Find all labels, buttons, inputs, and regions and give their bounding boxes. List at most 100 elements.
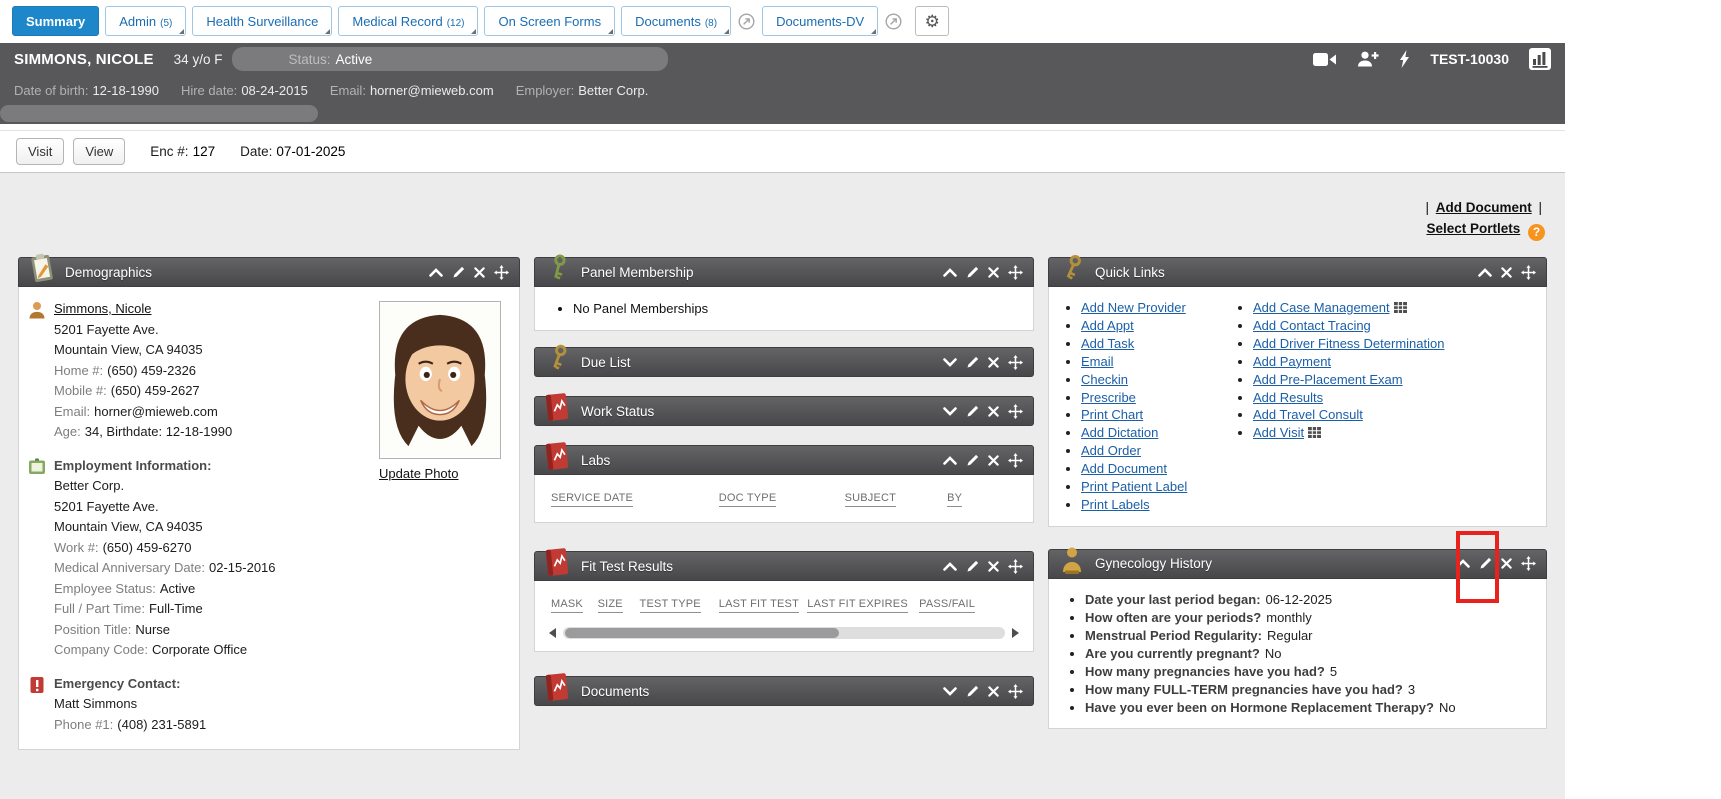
portlet-header[interactable]: Documents (534, 676, 1034, 706)
close-icon[interactable] (988, 357, 999, 368)
quick-link[interactable]: Print Chart (1081, 407, 1143, 422)
move-icon[interactable] (494, 265, 509, 280)
column-header[interactable]: BY (947, 492, 962, 507)
move-icon[interactable] (1008, 404, 1023, 419)
portlet-header[interactable]: Quick Links (1048, 257, 1547, 287)
edit-icon[interactable] (452, 266, 465, 279)
move-icon[interactable] (1521, 265, 1536, 280)
column-header[interactable]: SUBJECT (845, 492, 897, 507)
column-header[interactable]: LAST FIT EXPIRES (807, 598, 908, 613)
edit-icon[interactable] (966, 560, 979, 573)
quick-link[interactable]: Add Contact Tracing (1253, 318, 1371, 333)
tab-health-surveillance[interactable]: Health Surveillance (192, 6, 332, 36)
quick-link[interactable]: Add Pre-Placement Exam (1253, 372, 1403, 387)
close-icon[interactable] (988, 406, 999, 417)
column-header[interactable]: TEST TYPE (640, 598, 701, 613)
quick-link[interactable]: Add Task (1081, 336, 1134, 351)
edit-icon[interactable] (966, 454, 979, 467)
column-header[interactable]: DOC TYPE (719, 492, 777, 507)
collapse-icon[interactable] (1478, 268, 1492, 277)
column-header[interactable]: SERVICE DATE (551, 492, 633, 507)
move-icon[interactable] (1521, 556, 1536, 571)
column-header[interactable]: MASK (551, 598, 583, 613)
lightning-icon[interactable] (1399, 50, 1410, 68)
move-icon[interactable] (1008, 453, 1023, 468)
collapse-icon[interactable] (943, 456, 957, 465)
demographics-line: Phone #1:(408) 231-5891 (54, 715, 379, 736)
scroll-left-arrow[interactable] (549, 628, 556, 638)
settings-gear-button[interactable]: ⚙ (915, 6, 949, 36)
collapse-icon[interactable] (429, 268, 443, 277)
quick-link[interactable]: Add Results (1253, 390, 1323, 405)
scroll-right-arrow[interactable] (1012, 628, 1019, 638)
quick-link[interactable]: Add Document (1081, 461, 1167, 476)
close-icon[interactable] (1501, 558, 1512, 569)
portlet-header[interactable]: Demographics (18, 257, 520, 287)
select-portlets-link[interactable]: Select Portlets (1426, 221, 1520, 236)
scrollbar-track[interactable] (563, 627, 1005, 639)
patient-name-link[interactable]: Simmons, Nicole (54, 301, 152, 316)
update-photo-link[interactable]: Update Photo (379, 466, 459, 481)
annotation-highlight (1456, 531, 1499, 603)
column-header[interactable]: SIZE (598, 598, 623, 613)
tab-summary[interactable]: Summary (12, 6, 99, 36)
edit-icon[interactable] (966, 356, 979, 369)
add-document-link[interactable]: Add Document (1436, 200, 1532, 215)
scrollbar-thumb[interactable] (565, 628, 839, 638)
tab-documents[interactable]: Documents (8) (621, 6, 731, 36)
tab-documents-dv[interactable]: Documents-DV (762, 6, 878, 36)
close-icon[interactable] (988, 267, 999, 278)
video-camera-icon[interactable] (1313, 52, 1337, 67)
edit-icon[interactable] (966, 685, 979, 698)
portlet-header[interactable]: Panel Membership (534, 257, 1034, 287)
portlet-header[interactable]: Work Status (534, 396, 1034, 426)
horizontal-scrollbar[interactable] (549, 627, 1019, 639)
close-icon[interactable] (988, 686, 999, 697)
close-icon[interactable] (1501, 267, 1512, 278)
quick-link[interactable]: Print Labels (1081, 497, 1150, 512)
collapse-icon[interactable] (943, 562, 957, 571)
expand-icon[interactable] (943, 687, 957, 696)
popout-icon[interactable] (738, 13, 755, 30)
view-button[interactable]: View (73, 138, 125, 165)
close-icon[interactable] (474, 267, 485, 278)
expand-icon[interactable] (943, 407, 957, 416)
tab-on-screen-forms[interactable]: On Screen Forms (484, 6, 615, 36)
edit-icon[interactable] (966, 266, 979, 279)
quick-link[interactable]: Add Driver Fitness Determination (1253, 336, 1444, 351)
tab-medical-record[interactable]: Medical Record (12) (338, 6, 478, 36)
move-icon[interactable] (1008, 265, 1023, 280)
move-icon[interactable] (1008, 355, 1023, 370)
quick-link[interactable]: Add Case Management (1253, 300, 1390, 315)
quick-link[interactable]: Add Travel Consult (1253, 407, 1363, 422)
quick-link[interactable]: Add New Provider (1081, 300, 1186, 315)
popout-icon[interactable] (885, 13, 902, 30)
quick-link[interactable]: Email (1081, 354, 1114, 369)
quick-link[interactable]: Print Patient Label (1081, 479, 1187, 494)
visit-button[interactable]: Visit (16, 138, 64, 165)
portlet-header[interactable]: Fit Test Results (534, 551, 1034, 581)
move-icon[interactable] (1008, 684, 1023, 699)
quick-link[interactable]: Add Order (1081, 443, 1141, 458)
column-header[interactable]: LAST FIT TEST (719, 598, 799, 613)
chart-icon[interactable] (1529, 48, 1551, 70)
scroll-track[interactable] (0, 105, 318, 122)
quick-link[interactable]: Checkin (1081, 372, 1128, 387)
help-icon[interactable]: ? (1528, 224, 1545, 241)
move-icon[interactable] (1008, 559, 1023, 574)
tab-admin[interactable]: Admin (5) (105, 6, 186, 36)
quick-link[interactable]: Add Payment (1253, 354, 1331, 369)
column-header[interactable]: PASS/FAIL (919, 598, 975, 613)
add-person-icon[interactable] (1357, 51, 1379, 67)
collapse-icon[interactable] (943, 268, 957, 277)
quick-link[interactable]: Prescribe (1081, 390, 1136, 405)
expand-icon[interactable] (943, 358, 957, 367)
close-icon[interactable] (988, 455, 999, 466)
portlet-header[interactable]: Due List (534, 347, 1034, 377)
quick-link[interactable]: Add Appt (1081, 318, 1134, 333)
portlet-header[interactable]: Labs (534, 445, 1034, 475)
quick-link[interactable]: Add Visit (1253, 425, 1304, 440)
close-icon[interactable] (988, 561, 999, 572)
quick-link[interactable]: Add Dictation (1081, 425, 1158, 440)
edit-icon[interactable] (966, 405, 979, 418)
